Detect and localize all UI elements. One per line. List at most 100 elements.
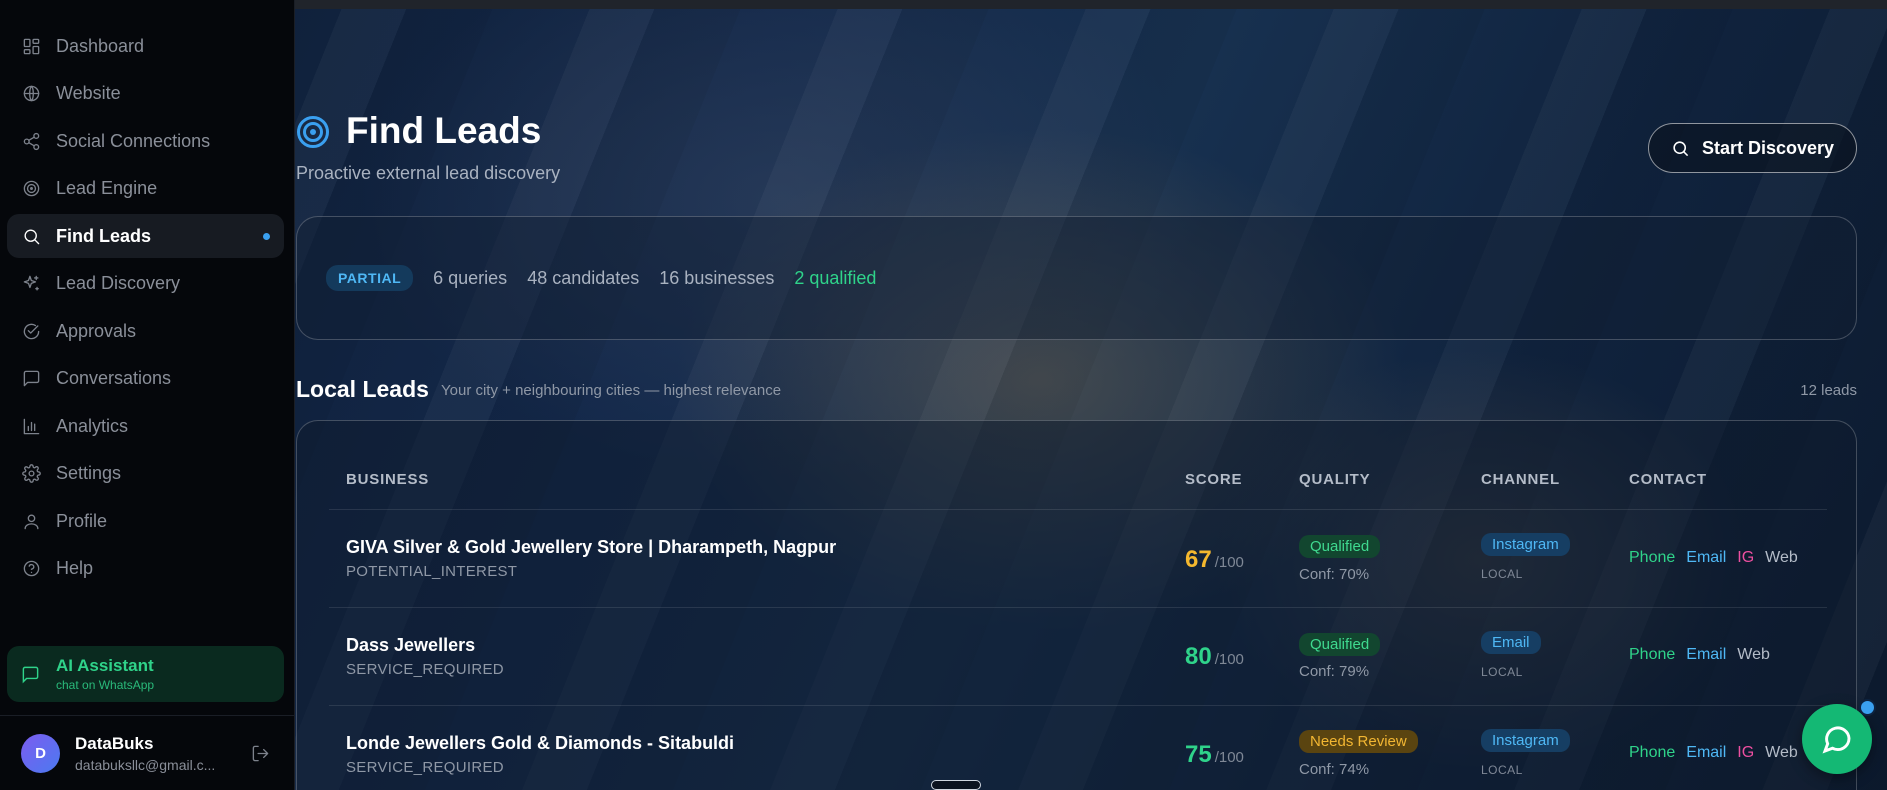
score-value: 75: [1185, 741, 1212, 768]
sidebar-item-find-leads[interactable]: Find Leads: [7, 214, 284, 258]
column-header-contact[interactable]: CONTACT: [1629, 471, 1707, 488]
contact-links: Phone Email IG Web: [1629, 549, 1798, 567]
ai-assistant-title: AI Assistant: [56, 656, 154, 675]
channel-scope: LOCAL: [1481, 665, 1523, 679]
contact-phone-link[interactable]: Phone: [1629, 744, 1675, 762]
help-icon: [21, 559, 41, 579]
scroll-handle[interactable]: [931, 780, 981, 790]
contact-instagram-link[interactable]: IG: [1737, 549, 1754, 567]
sidebar-item-help[interactable]: Help: [7, 547, 284, 591]
business-type: SERVICE_REQUIRED: [346, 759, 504, 776]
contact-instagram-link[interactable]: IG: [1737, 744, 1754, 762]
contact-web-link[interactable]: Web: [1765, 549, 1798, 567]
ai-assistant-subtitle: chat on WhatsApp: [56, 678, 155, 692]
sidebar-item-label: Lead Discovery: [56, 273, 181, 293]
sidebar: Dashboard Website Social Connections Lea…: [0, 0, 295, 790]
sidebar-item-dashboard[interactable]: Dashboard: [7, 24, 284, 68]
discovery-status-card: PARTIAL 6 queries 48 candidates 16 busin…: [296, 216, 1857, 340]
sidebar-item-label: Analytics: [56, 415, 129, 436]
globe-icon: [21, 84, 41, 104]
sidebar-nav: Dashboard Website Social Connections Lea…: [7, 24, 284, 594]
logout-icon[interactable]: [251, 744, 270, 768]
target-icon: [21, 179, 41, 199]
business-name[interactable]: GIVA Silver & Gold Jewellery Store | Dha…: [346, 537, 836, 558]
score-max: /100: [1214, 749, 1244, 766]
top-bar: [295, 0, 1887, 9]
contact-links: Phone Email IG Web: [1629, 744, 1798, 762]
lead-score: 75/100: [1185, 741, 1244, 769]
qualified-count: 2 qualified: [794, 267, 877, 288]
contact-phone-link[interactable]: Phone: [1629, 646, 1675, 664]
user-profile: D DataBuks databuksllc@gmail.c...: [0, 715, 295, 790]
row-divider: [329, 509, 1827, 510]
column-header-quality[interactable]: QUALITY: [1299, 471, 1370, 488]
row-divider: [329, 607, 1827, 608]
avatar[interactable]: D: [21, 733, 60, 773]
quality-badge: Qualified: [1299, 633, 1381, 656]
bar-chart-icon: [21, 416, 41, 436]
whatsapp-chat-button[interactable]: [1802, 704, 1872, 774]
sidebar-item-label: Dashboard: [56, 35, 145, 56]
contact-web-link[interactable]: Web: [1765, 744, 1798, 762]
channel-scope: LOCAL: [1481, 567, 1523, 581]
contact-links: Phone Email Web: [1629, 646, 1770, 664]
sidebar-item-analytics[interactable]: Analytics: [7, 404, 284, 448]
channel-badge: Email: [1481, 631, 1541, 654]
row-divider: [329, 705, 1827, 706]
sidebar-item-label: Website: [56, 83, 121, 103]
section-title: Local Leads: [296, 376, 429, 402]
confidence: Conf: 74%: [1299, 761, 1370, 778]
channel-badge: Instagram: [1481, 729, 1570, 752]
contact-web-link[interactable]: Web: [1737, 646, 1770, 664]
check-circle-icon: [21, 321, 41, 341]
sidebar-item-approvals[interactable]: Approvals: [7, 309, 284, 353]
sidebar-item-lead-discovery[interactable]: Lead Discovery: [7, 262, 284, 306]
business-type: POTENTIAL_INTEREST: [346, 563, 518, 580]
sidebar-item-label: Find Leads: [56, 225, 152, 246]
quality-badge: Needs Review: [1299, 730, 1418, 753]
sidebar-item-lead-engine[interactable]: Lead Engine: [7, 167, 284, 211]
dashboard-icon: [21, 36, 41, 56]
lead-score: 80/100: [1185, 643, 1244, 671]
business-name[interactable]: Dass Jewellers: [346, 635, 475, 656]
sidebar-item-profile[interactable]: Profile: [7, 499, 284, 543]
sidebar-item-label: Help: [56, 558, 94, 578]
gear-icon: [21, 464, 41, 484]
quality-badge: Qualified: [1299, 535, 1381, 558]
column-header-channel[interactable]: CHANNEL: [1481, 471, 1560, 488]
sidebar-item-conversations[interactable]: Conversations: [7, 357, 284, 401]
sidebar-item-settings[interactable]: Settings: [7, 452, 284, 496]
sidebar-item-social-connections[interactable]: Social Connections: [7, 119, 284, 163]
lead-score: 67/100: [1185, 546, 1244, 574]
user-name: DataBuks: [75, 733, 154, 753]
active-indicator: [263, 233, 270, 240]
score-max: /100: [1214, 554, 1244, 571]
sidebar-item-label: Profile: [56, 510, 108, 531]
sidebar-item-label: Approvals: [56, 320, 137, 341]
queries-count: 6 queries: [433, 267, 508, 288]
contact-email-link[interactable]: Email: [1686, 744, 1726, 762]
user-email: databuksllc@gmail.c...: [75, 756, 216, 773]
column-header-score[interactable]: SCORE: [1185, 471, 1242, 488]
page-subtitle: Proactive external lead discovery: [296, 163, 561, 183]
business-name[interactable]: Londe Jewellers Gold & Diamonds - Sitabu…: [346, 733, 734, 754]
confidence: Conf: 70%: [1299, 566, 1370, 583]
chat-bubble-icon: [1822, 726, 1851, 754]
user-icon: [21, 511, 41, 531]
contact-phone-link[interactable]: Phone: [1629, 549, 1675, 567]
column-header-business[interactable]: BUSINESS: [346, 471, 429, 488]
sidebar-item-website[interactable]: Website: [7, 72, 284, 116]
score-value: 67: [1185, 546, 1212, 573]
start-discovery-label: Start Discovery: [1701, 137, 1835, 158]
target-icon: [297, 116, 329, 148]
section-subtitle: Your city + neighbouring cities — highes…: [441, 382, 782, 399]
channel-scope: LOCAL: [1481, 763, 1523, 777]
start-discovery-button[interactable]: Start Discovery: [1648, 123, 1857, 173]
ai-assistant-card[interactable]: AI Assistant chat on WhatsApp: [7, 646, 284, 702]
sidebar-item-label: Social Connections: [56, 130, 211, 151]
contact-email-link[interactable]: Email: [1686, 646, 1726, 664]
message-icon: [21, 369, 41, 389]
score-value: 80: [1185, 643, 1212, 670]
share-icon: [21, 131, 41, 151]
contact-email-link[interactable]: Email: [1686, 549, 1726, 567]
